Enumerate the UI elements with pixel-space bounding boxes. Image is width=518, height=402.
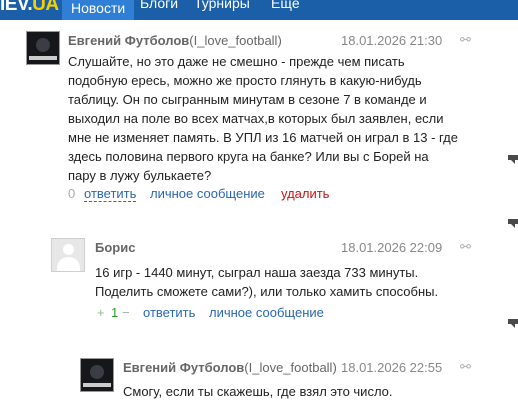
comment-body: Смогу, если ты скажешь, где взял это чис… xyxy=(123,384,393,399)
comment-author[interactable]: Борис xyxy=(95,240,135,255)
collapse-marker-icon[interactable] xyxy=(508,319,518,328)
nav-item-more[interactable]: Ещё xyxy=(271,0,300,11)
nav-item-news[interactable]: Новости xyxy=(62,0,135,20)
link-icon[interactable]: ⚯ xyxy=(460,32,471,48)
private-message-link[interactable]: личное сообщение xyxy=(150,186,265,201)
nav-item-tournaments[interactable]: Турниры xyxy=(194,0,250,11)
collapse-marker-icon[interactable] xyxy=(508,155,518,164)
user-silhouette-icon[interactable] xyxy=(51,238,85,272)
private-message-link[interactable]: личное сообщение xyxy=(209,305,324,320)
reply-link[interactable]: ответить xyxy=(84,186,137,202)
nav-item-blogs[interactable]: Блоги xyxy=(140,0,178,11)
comment-date: 18.01.2026 22:55 xyxy=(341,360,443,375)
rating-count: 1 xyxy=(111,305,119,320)
collapse-marker-icon[interactable] xyxy=(508,219,518,228)
comment-author[interactable]: Евгений Футболов(I_love_football) xyxy=(68,33,282,48)
downvote-button[interactable]: − xyxy=(122,305,130,320)
top-nav-bar: IEV.UA Новости Блоги Турниры Ещё xyxy=(0,0,518,20)
rating-count: 0 xyxy=(68,186,76,201)
comment-author[interactable]: Евгений Футболов(I_love_football) xyxy=(123,360,337,375)
upvote-button[interactable]: + xyxy=(97,305,105,320)
comment-body: 16 игр - 1440 минут, сыграл наша заезда … xyxy=(95,265,439,299)
link-icon[interactable]: ⚯ xyxy=(460,239,471,255)
comment-body: Слушайте, но это даже не смешно - прежде… xyxy=(68,54,458,183)
comment-date: 18.01.2026 22:09 xyxy=(341,240,443,255)
team-logo-icon[interactable] xyxy=(26,31,60,65)
site-logo[interactable]: IEV.UA xyxy=(0,0,59,16)
reply-link[interactable]: ответить xyxy=(143,305,195,320)
team-logo-icon[interactable] xyxy=(80,358,114,392)
right-sidebar-strip xyxy=(508,20,518,402)
comment-date: 18.01.2026 21:30 xyxy=(341,33,443,48)
link-icon[interactable]: ⚯ xyxy=(460,359,471,375)
delete-link[interactable]: удалить xyxy=(281,186,329,201)
